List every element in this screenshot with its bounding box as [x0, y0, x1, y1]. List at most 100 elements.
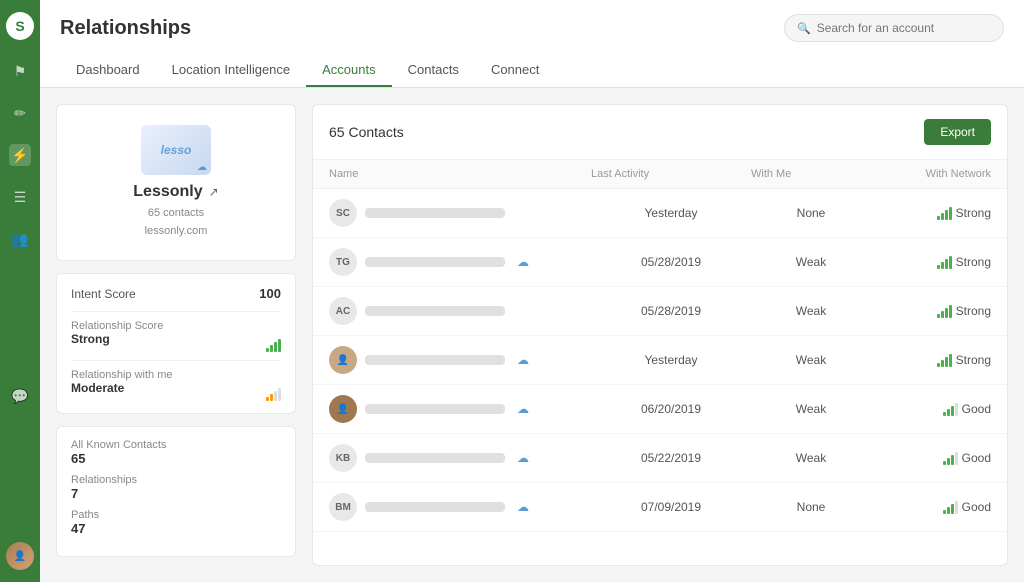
stat-rel-label: Relationships: [71, 474, 281, 486]
right-panel-header: 65 Contacts Export: [313, 105, 1007, 160]
rel-me-label: Relationship with me: [71, 369, 173, 381]
signal-bar: [947, 409, 950, 416]
last-activity-cell: 06/20/2019: [591, 402, 751, 416]
intent-score: 100: [259, 286, 281, 301]
avatar-photo: 👤: [329, 395, 357, 423]
stat-paths: Paths 47: [71, 509, 281, 536]
signal-bar: [945, 259, 948, 269]
with-me-cell: Weak: [751, 402, 871, 416]
with-me-cell: Weak: [751, 304, 871, 318]
tab-accounts[interactable]: Accounts: [306, 54, 391, 87]
signal-bar: [951, 455, 954, 465]
search-icon: 🔍: [797, 22, 811, 35]
signal-bar: [949, 207, 952, 220]
signal-bar: [941, 311, 944, 318]
table-row[interactable]: KB☁05/22/2019WeakGood: [313, 434, 1007, 483]
users-icon[interactable]: 👥: [9, 228, 31, 250]
last-activity-cell: 05/22/2019: [591, 451, 751, 465]
company-contacts: 65 contacts: [73, 205, 279, 223]
signal-bar: [947, 458, 950, 465]
avatar-circle: TG: [329, 248, 357, 276]
table-row[interactable]: TG☁05/28/2019WeakStrong: [313, 238, 1007, 287]
export-button[interactable]: Export: [924, 119, 991, 145]
with-network-cell: Strong: [871, 304, 991, 318]
tab-dashboard[interactable]: Dashboard: [60, 54, 156, 87]
with-network-cell: Good: [871, 451, 991, 465]
signal-bar: [937, 265, 940, 269]
signal-bar: [955, 403, 958, 416]
last-activity-cell: Yesterday: [591, 206, 751, 220]
signal-bar: [955, 452, 958, 465]
menu-icon[interactable]: ☰: [9, 186, 31, 208]
table-row[interactable]: 👤☁YesterdayWeakStrong: [313, 336, 1007, 385]
chat-icon[interactable]: 💬: [9, 385, 31, 407]
network-label: Good: [962, 500, 991, 514]
with-me-cell: None: [751, 206, 871, 220]
table-row[interactable]: BM☁07/09/2019NoneGood: [313, 483, 1007, 532]
network-signal-bars: [937, 353, 952, 367]
signal-bar-b: [270, 394, 273, 401]
page-title: Relationships: [60, 17, 191, 40]
lightning-icon[interactable]: ⚡: [9, 144, 31, 166]
search-box[interactable]: 🔍: [784, 14, 1004, 42]
signal-bar: [943, 510, 946, 514]
signal-bar: [951, 406, 954, 416]
tab-location-intelligence[interactable]: Location Intelligence: [156, 54, 307, 87]
rel-score-label: Relationship Score: [71, 320, 163, 332]
right-panel: 65 Contacts Export Name Last Activity Wi…: [312, 104, 1008, 566]
intent-card: Intent Score 100 Relationship Score Stro…: [56, 273, 296, 414]
tab-connect[interactable]: Connect: [475, 54, 555, 87]
signal-bar-3: [274, 342, 277, 352]
main-content: Relationships 🔍 Dashboard Location Intel…: [40, 0, 1024, 582]
rel-me-value: Moderate: [71, 381, 173, 395]
name-bar: [365, 404, 505, 414]
left-panel: lesso ☁ Lessonly ↗ 65 contacts lessonly.…: [56, 104, 296, 566]
signal-bar: [937, 314, 940, 318]
avatar-circle: SC: [329, 199, 357, 227]
with-me-cell: Weak: [751, 255, 871, 269]
signal-bar: [941, 360, 944, 367]
divider: [71, 311, 281, 312]
company-logo: lesso ☁: [141, 125, 211, 175]
with-network-cell: Strong: [871, 255, 991, 269]
signal-bar-2: [270, 345, 273, 352]
content: lesso ☁ Lessonly ↗ 65 contacts lessonly.…: [40, 88, 1024, 582]
with-me-cell: Weak: [751, 451, 871, 465]
name-bar: [365, 453, 505, 463]
signal-bar-1: [266, 348, 269, 352]
search-input[interactable]: [817, 21, 991, 35]
with-network-cell: Good: [871, 500, 991, 514]
stat-paths-value: 47: [71, 521, 281, 536]
table-row[interactable]: 👤 ☁ 06/20/2019Weak Good: [313, 385, 1007, 434]
network-signal-bars: [943, 500, 958, 514]
rel-score-value: Strong: [71, 332, 163, 346]
signal-bar: [949, 354, 952, 367]
pencil-icon[interactable]: ✏: [9, 102, 31, 124]
header: Relationships 🔍 Dashboard Location Intel…: [40, 0, 1024, 88]
network-signal-bars: [937, 304, 952, 318]
external-link-icon[interactable]: ↗: [209, 185, 219, 199]
avatar[interactable]: 👤: [6, 542, 34, 570]
company-card: lesso ☁ Lessonly ↗ 65 contacts lessonly.…: [56, 104, 296, 261]
table-row[interactable]: SC YesterdayNone Strong: [313, 189, 1007, 238]
network-label: Strong: [956, 206, 991, 220]
network-label: Good: [962, 402, 991, 416]
signal-bar: [949, 305, 952, 318]
signal-bar: [943, 412, 946, 416]
tab-contacts[interactable]: Contacts: [392, 54, 475, 87]
avatar-photo: 👤: [329, 346, 357, 374]
last-activity-cell: 05/28/2019: [591, 255, 751, 269]
name-bar: [365, 208, 505, 218]
signal-bar-c: [274, 391, 277, 401]
flag-icon[interactable]: ⚑: [9, 60, 31, 82]
signal-bar: [943, 461, 946, 465]
company-name: Lessonly: [133, 183, 202, 201]
name-cell: KB☁: [329, 444, 591, 472]
table-row[interactable]: AC05/28/2019WeakStrong: [313, 287, 1007, 336]
stat-relationships: Relationships 7: [71, 474, 281, 501]
signal-bar-d: [278, 388, 281, 401]
sidebar-logo[interactable]: S: [6, 12, 34, 40]
network-signal-bars: [943, 402, 958, 416]
cloud-icon: ☁: [517, 402, 529, 416]
signal-bar-4: [278, 339, 281, 352]
